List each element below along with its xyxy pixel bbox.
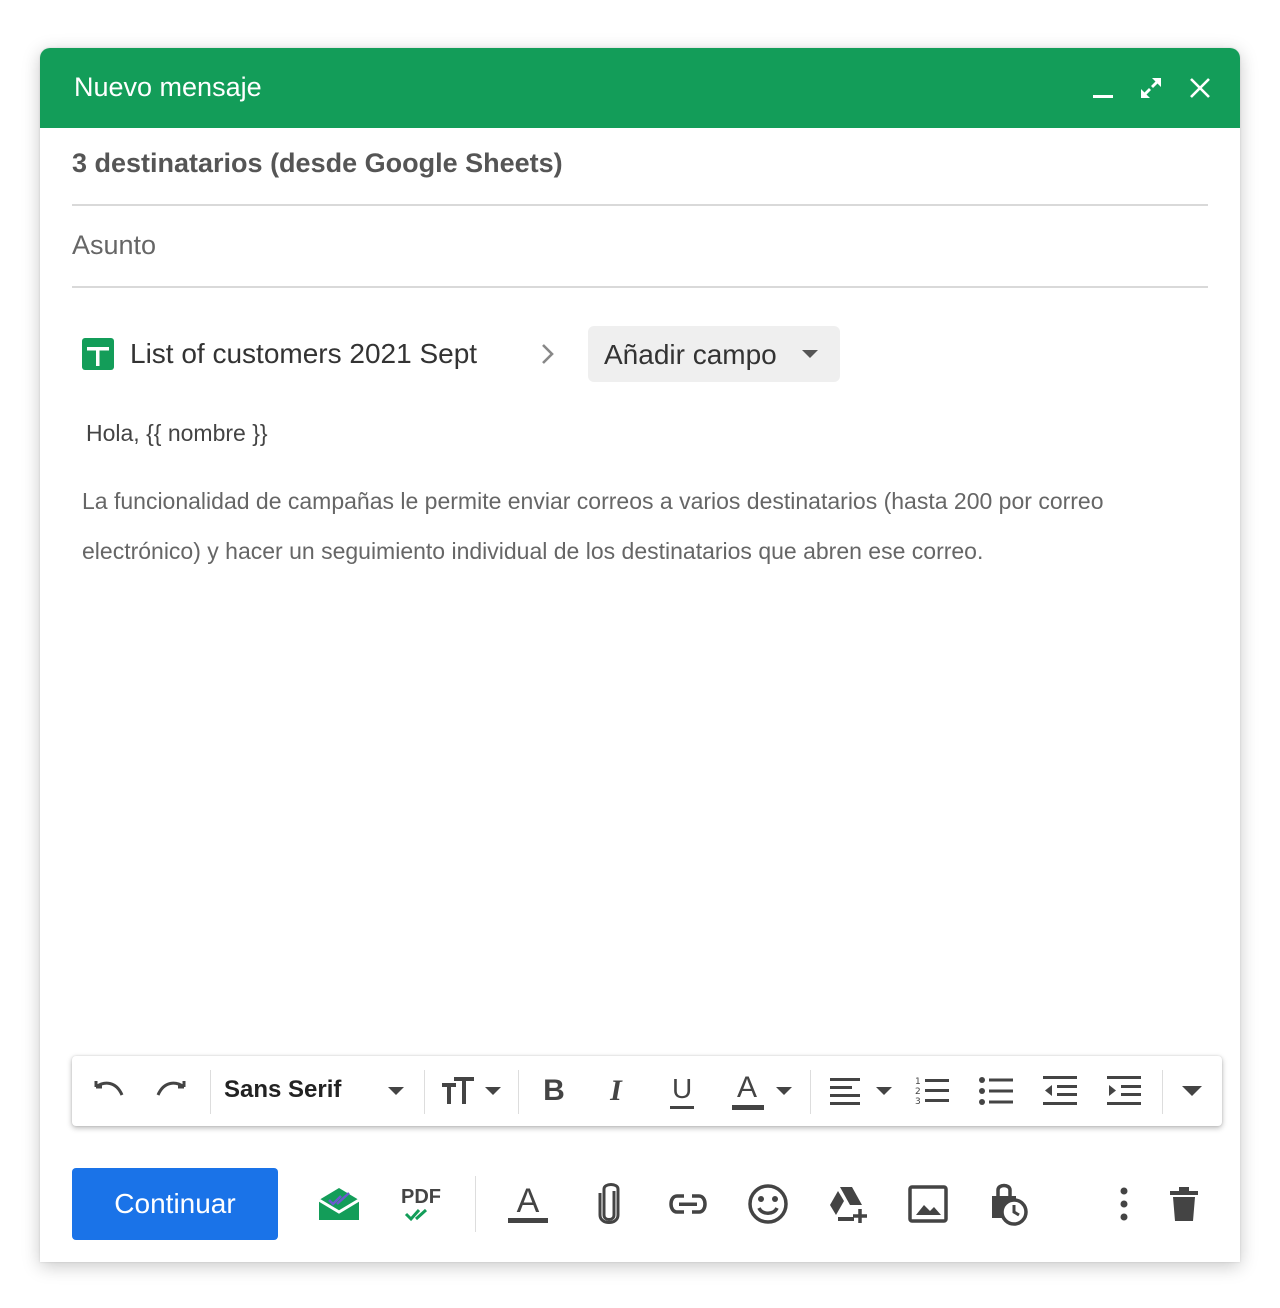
formatting-toolbar: Sans Serif B I U A 1 2 3	[72, 1056, 1222, 1126]
font-family-select[interactable]: Sans Serif	[224, 1076, 341, 1104]
sheet-name[interactable]: List of customers 2021 Sept	[130, 338, 477, 370]
divider	[72, 286, 1208, 288]
more-formatting-icon[interactable]	[1172, 1056, 1212, 1126]
emoji-icon[interactable]	[743, 1180, 793, 1228]
separator	[810, 1070, 811, 1114]
redo-icon[interactable]	[148, 1056, 196, 1126]
text-color-caret-icon[interactable]	[772, 1056, 796, 1126]
svg-text:3: 3	[915, 1097, 921, 1106]
separator	[1162, 1070, 1163, 1114]
more-options-icon[interactable]	[1099, 1180, 1149, 1228]
text-color-button[interactable]: A	[728, 1056, 768, 1126]
bold-button[interactable]: B	[534, 1056, 574, 1126]
compose-header: Nuevo mensaje	[40, 48, 1240, 128]
align-icon[interactable]	[826, 1056, 866, 1126]
compose-actions: Continuar PDF A	[40, 1166, 1240, 1242]
attach-icon[interactable]	[584, 1180, 634, 1228]
pdf-label: PDF	[401, 1186, 441, 1208]
expand-icon[interactable]	[1138, 75, 1164, 101]
recipients-field[interactable]: 3 destinatarios (desde Google Sheets)	[72, 148, 563, 179]
separator	[424, 1070, 425, 1114]
font-caret-icon[interactable]	[382, 1056, 410, 1126]
delete-icon[interactable]	[1159, 1180, 1209, 1228]
chevron-right-icon	[534, 340, 562, 368]
message-body[interactable]: La funcionalidad de campañas le permite …	[82, 476, 1192, 576]
continue-button[interactable]: Continuar	[72, 1168, 278, 1240]
close-icon[interactable]	[1187, 75, 1213, 101]
numbered-list-icon[interactable]: 1 2 3	[912, 1056, 952, 1126]
separator	[518, 1070, 519, 1114]
greeting-text[interactable]: Hola, {{ nombre }}	[86, 420, 268, 447]
text-size-icon[interactable]	[436, 1056, 480, 1126]
drive-icon[interactable]	[824, 1180, 874, 1228]
subject-field[interactable]: Asunto	[72, 230, 156, 261]
separator	[475, 1176, 476, 1232]
svg-text:1: 1	[915, 1077, 921, 1087]
sheets-icon	[82, 338, 114, 370]
underline-button[interactable]: U	[662, 1056, 702, 1126]
italic-button[interactable]: I	[596, 1056, 636, 1126]
minimize-icon[interactable]	[1090, 75, 1116, 101]
confidential-icon[interactable]	[983, 1180, 1033, 1228]
envelope-check-icon[interactable]	[314, 1180, 364, 1228]
svg-text:2: 2	[915, 1087, 921, 1097]
undo-icon[interactable]	[84, 1056, 132, 1126]
align-caret-icon[interactable]	[872, 1056, 896, 1126]
indent-more-icon[interactable]	[1104, 1056, 1144, 1126]
indent-less-icon[interactable]	[1040, 1056, 1080, 1126]
text-color-glyph: A	[737, 1071, 758, 1104]
pdf-check-icon[interactable]: PDF	[396, 1180, 446, 1228]
svg-text:A: A	[517, 1182, 540, 1220]
compose-title: Nuevo mensaje	[74, 72, 262, 102]
underline-glyph: U	[672, 1073, 693, 1104]
text-format-icon[interactable]: A	[503, 1180, 553, 1228]
text-size-caret-icon[interactable]	[480, 1056, 506, 1126]
compose-window: Nuevo mensaje 3 destinatarios (desde Goo…	[40, 48, 1240, 1262]
link-icon[interactable]	[663, 1180, 713, 1228]
photo-icon[interactable]	[903, 1180, 953, 1228]
merge-source-row: List of customers 2021 Sept Añadir campo	[82, 326, 862, 382]
add-field-label: Añadir campo	[604, 339, 777, 370]
divider	[72, 204, 1208, 206]
caret-down-icon	[802, 350, 818, 358]
separator	[210, 1070, 211, 1114]
add-field-dropdown[interactable]: Añadir campo	[588, 326, 840, 382]
bulleted-list-icon[interactable]	[976, 1056, 1016, 1126]
